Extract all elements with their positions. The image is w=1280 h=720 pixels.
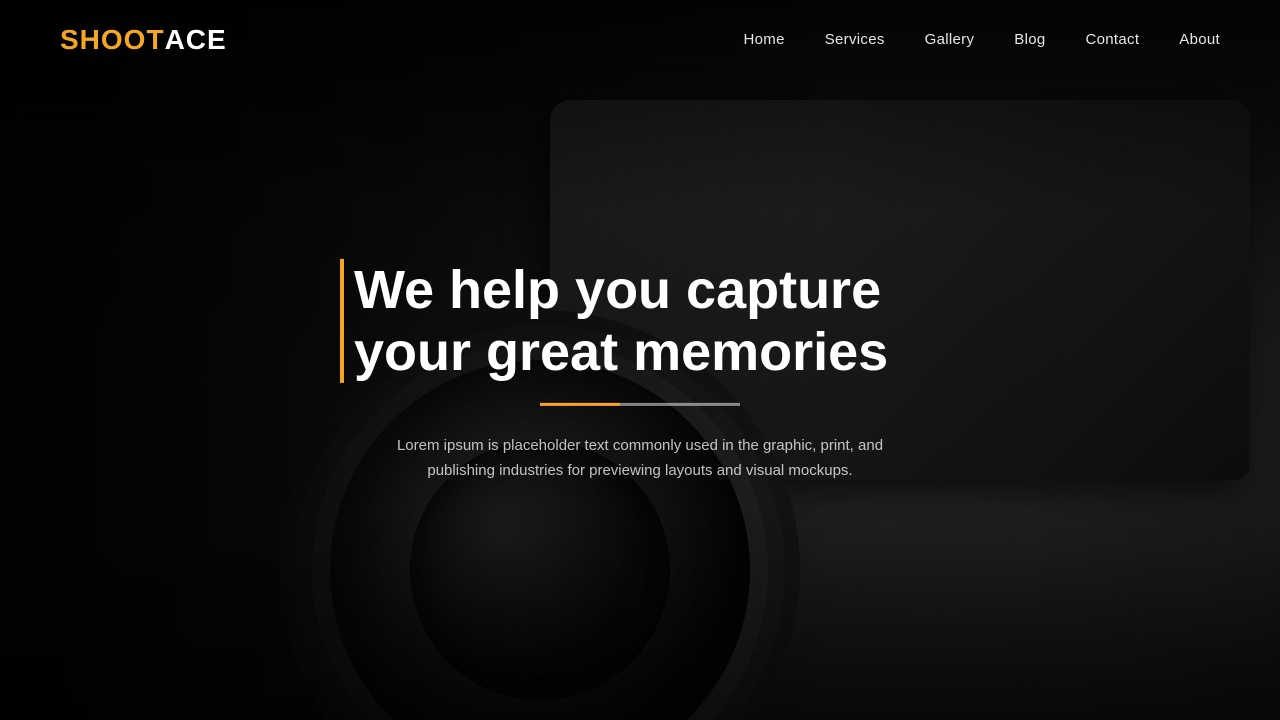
nav-link-blog[interactable]: Blog xyxy=(1014,31,1045,48)
logo-shoot: SHOOT xyxy=(60,24,165,56)
nav-link-services[interactable]: Services xyxy=(825,31,885,48)
nav-item-blog: Blog xyxy=(1014,31,1045,49)
divider-white xyxy=(620,403,740,406)
nav-item-home: Home xyxy=(744,31,785,49)
nav-link-about[interactable]: About xyxy=(1179,31,1220,48)
nav-link-gallery[interactable]: Gallery xyxy=(925,31,975,48)
nav-item-gallery: Gallery xyxy=(925,31,975,49)
nav-item-services: Services xyxy=(825,31,885,49)
hero-title-line1: We help you capture xyxy=(354,260,881,320)
navbar: SHOOTACE Home Services Gallery Blog Cont… xyxy=(0,0,1280,80)
hero-title: We help you capture your great memories xyxy=(340,259,940,383)
logo[interactable]: SHOOTACE xyxy=(60,24,227,56)
divider-orange xyxy=(540,403,620,406)
hero-description: Lorem ipsum is placeholder text commonly… xyxy=(380,434,900,484)
hero-title-line2: your great memories xyxy=(354,322,888,382)
hero-divider xyxy=(540,403,740,406)
nav-links: Home Services Gallery Blog Contact About xyxy=(744,31,1221,49)
hero-content: We help you capture your great memories … xyxy=(340,259,940,484)
nav-item-contact: Contact xyxy=(1086,31,1140,49)
nav-link-home[interactable]: Home xyxy=(744,31,785,48)
nav-item-about: About xyxy=(1179,31,1220,49)
nav-link-contact[interactable]: Contact xyxy=(1086,31,1140,48)
hero-section: SHOOTACE Home Services Gallery Blog Cont… xyxy=(0,0,1280,720)
logo-ace: ACE xyxy=(165,24,227,56)
